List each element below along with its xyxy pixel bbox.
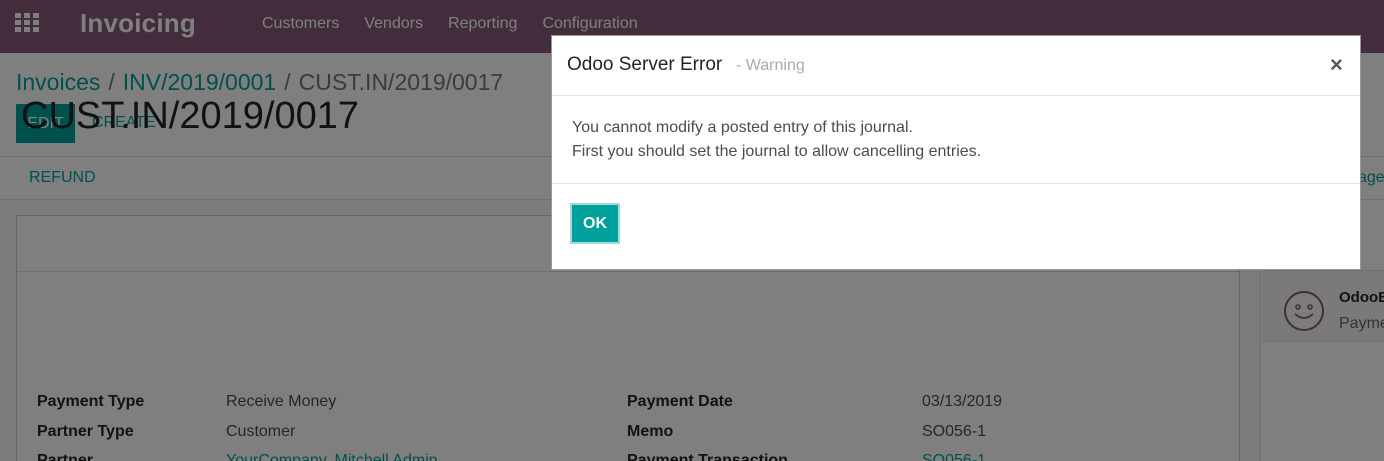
dialog-message-line-2: First you should set the journal to allo… [572, 143, 982, 160]
ok-button[interactable]: OK [570, 203, 620, 244]
dialog-message-line-1: You cannot modify a posted entry of this… [572, 119, 913, 136]
dialog-title: Odoo Server Error [567, 54, 723, 75]
dialog-footer: OK [552, 183, 1360, 271]
dialog-header: Odoo Server Error - Warning × [552, 36, 1360, 96]
dialog-body: You cannot modify a posted entry of this… [572, 116, 981, 164]
dialog-subtitle: - Warning [736, 57, 805, 74]
close-icon[interactable]: × [1330, 52, 1343, 78]
error-dialog: Odoo Server Error - Warning × You cannot… [551, 35, 1361, 270]
